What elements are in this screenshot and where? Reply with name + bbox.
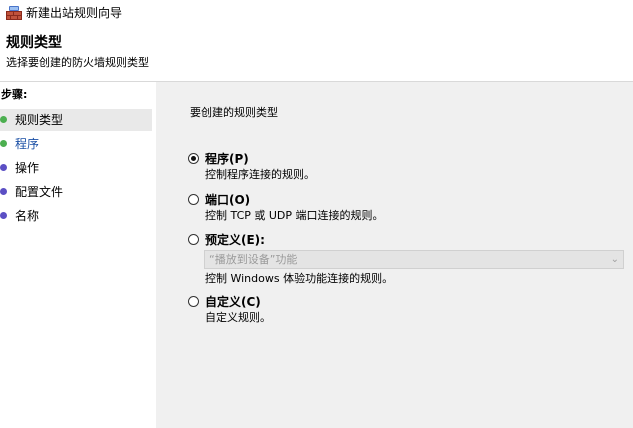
step-rule-type[interactable]: 规则类型 bbox=[0, 109, 152, 131]
option-label: 端口(O) bbox=[205, 193, 251, 207]
page-title: 规则类型 bbox=[6, 35, 62, 51]
title-bar: 新建出站规则向导 bbox=[0, 0, 633, 26]
step-bullet-icon bbox=[0, 188, 7, 195]
step-bullet-icon bbox=[0, 116, 7, 123]
step-label: 操作 bbox=[15, 161, 40, 175]
option-description: 自定义规则。 bbox=[205, 311, 271, 324]
step-label: 名称 bbox=[15, 209, 40, 223]
option-label: 预定义(E): bbox=[205, 233, 265, 247]
radio-custom[interactable] bbox=[188, 296, 199, 307]
steps-heading: 步骤: bbox=[1, 88, 28, 101]
step-label: 配置文件 bbox=[15, 185, 64, 199]
step-bullet-icon bbox=[0, 164, 7, 171]
predefined-description: 控制 Windows 体验功能连接的规则。 bbox=[205, 272, 394, 285]
chevron-down-icon: ⌄ bbox=[610, 254, 619, 265]
step-bullet-icon bbox=[0, 140, 7, 147]
page-subtitle: 选择要创建的防火墙规则类型 bbox=[6, 56, 149, 69]
option-label: 自定义(C) bbox=[205, 295, 261, 309]
predefined-select-value: “播放到设备”功能 bbox=[209, 253, 298, 266]
radio-program[interactable] bbox=[188, 153, 199, 164]
option-description: 控制 TCP 或 UDP 端口连接的规则。 bbox=[205, 209, 384, 222]
window-title: 新建出站规则向导 bbox=[26, 6, 123, 20]
steps-panel: 步骤: 规则类型 程序 操作 配置文件 名称 bbox=[0, 82, 156, 428]
wizard-header: 规则类型 选择要创建的防火墙规则类型 bbox=[0, 26, 633, 80]
firewall-icon bbox=[6, 6, 22, 20]
step-program[interactable]: 程序 bbox=[0, 133, 152, 155]
radio-port[interactable] bbox=[188, 194, 199, 205]
step-bullet-icon bbox=[0, 212, 7, 219]
content-panel: 要创建的规则类型 程序(P) 控制程序连接的规则。 端口(O) 控制 TCP 或… bbox=[156, 82, 633, 428]
option-description: 控制程序连接的规则。 bbox=[205, 168, 315, 181]
rule-type-question: 要创建的规则类型 bbox=[190, 106, 278, 119]
step-action[interactable]: 操作 bbox=[0, 157, 152, 179]
step-name[interactable]: 名称 bbox=[0, 205, 152, 227]
option-label: 程序(P) bbox=[205, 152, 249, 166]
step-profile[interactable]: 配置文件 bbox=[0, 181, 152, 203]
step-label: 程序 bbox=[15, 137, 40, 151]
radio-predefined[interactable] bbox=[188, 234, 199, 245]
step-label: 规则类型 bbox=[15, 113, 64, 127]
predefined-select[interactable]: “播放到设备”功能 ⌄ bbox=[204, 250, 624, 269]
